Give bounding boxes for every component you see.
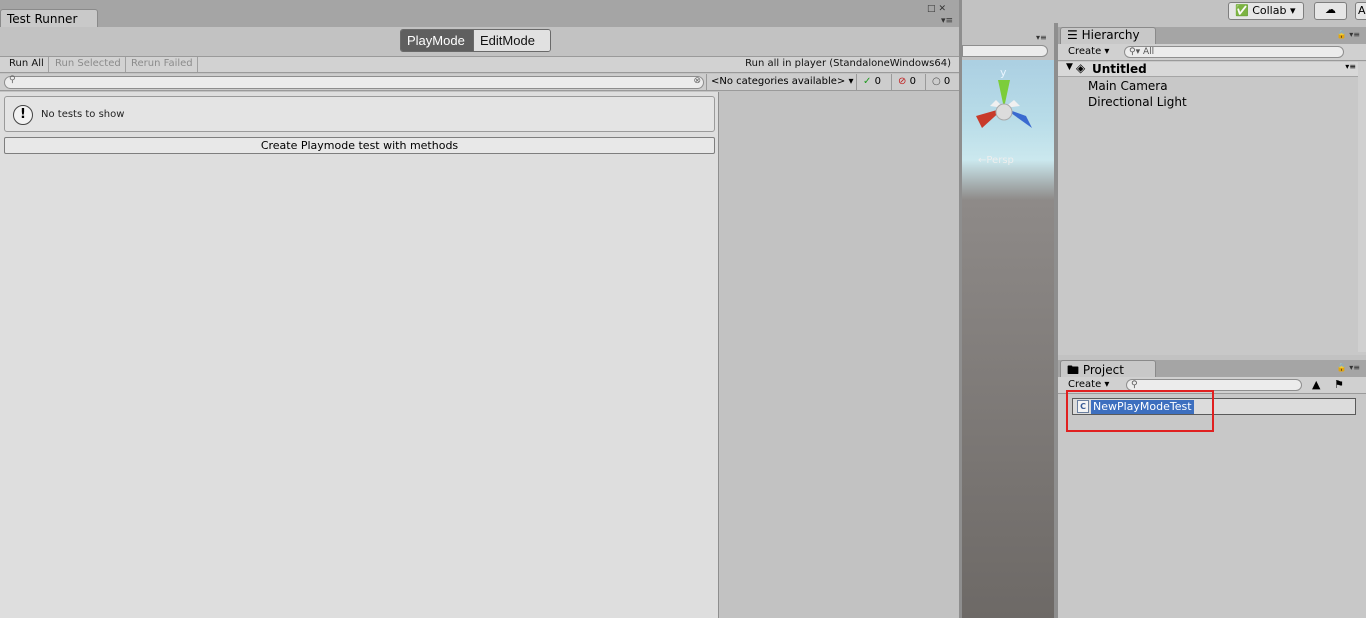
- chevron-down-icon: ▾: [1289, 4, 1296, 17]
- cloud-button[interactable]: ☁: [1314, 2, 1347, 20]
- test-filter-bar: ⚲ ⊗ <No categories available> ▾ ✓ 0 ⊘ 0 …: [0, 74, 959, 91]
- hierarchy-item-directional-light[interactable]: Directional Light: [1088, 95, 1187, 109]
- maximize-icon[interactable]: □: [927, 4, 939, 14]
- chevron-down-icon: ▾: [848, 76, 854, 87]
- test-runner-tabbar: Test Runner □✕ ▾≡: [0, 0, 959, 27]
- test-search-input[interactable]: ⚲ ⊗: [4, 75, 704, 89]
- cloud-icon: ☁: [1325, 3, 1336, 16]
- mode-toggle: PlayMode EditMode: [400, 29, 551, 52]
- hierarchy-scrollbar[interactable]: [1358, 62, 1366, 352]
- search-by-label-icon[interactable]: ⚑: [1334, 378, 1344, 391]
- scene-name: Untitled: [1092, 62, 1147, 76]
- collab-check-icon: ✅: [1235, 4, 1249, 17]
- chevron-down-icon: ▾: [1104, 379, 1110, 390]
- lock-menu-icons: 🔒 ▾≡: [1337, 363, 1360, 372]
- search-icon: ⚲▾: [1129, 47, 1141, 57]
- editmode-button[interactable]: EditMode: [473, 30, 550, 51]
- hierarchy-create-dropdown[interactable]: Create ▾: [1064, 45, 1113, 58]
- not-run-filter-toggle[interactable]: ○ 0: [925, 74, 959, 90]
- no-tests-message-box: ! No tests to show: [4, 96, 715, 132]
- test-details-pane: [720, 92, 959, 618]
- no-tests-message: No tests to show: [41, 109, 125, 120]
- close-icon[interactable]: ✕: [938, 4, 949, 14]
- failed-filter-toggle[interactable]: ⊘ 0: [891, 74, 925, 90]
- create-label: Create: [1068, 46, 1102, 57]
- category-dropdown-label: <No categories available>: [711, 76, 846, 87]
- top-toolbar: [965, 0, 1366, 23]
- not-run-icon: ○: [932, 76, 941, 87]
- panel-menu-icon[interactable]: ▾≡: [941, 16, 953, 26]
- highlight-annotation: [1066, 390, 1214, 432]
- gizmo-center[interactable]: [995, 103, 1013, 121]
- create-playmode-test-button[interactable]: Create Playmode test with methods: [4, 137, 715, 154]
- checkmark-icon: ✓: [863, 76, 872, 87]
- hierarchy-search-placeholder: All: [1142, 47, 1155, 57]
- search-icon: ⚲: [1131, 380, 1138, 390]
- hierarchy-panel: ☰ Hierarchy 🔒 ▾≡ Create ▾ ⚲▾ All ▼ ◈ Unt…: [1058, 27, 1366, 355]
- scene-menu-icon[interactable]: ▾≡: [1036, 33, 1047, 42]
- run-selected-button[interactable]: Run Selected: [51, 57, 126, 72]
- hierarchy-item-main-camera[interactable]: Main Camera: [1088, 79, 1168, 93]
- info-exclamation-icon: !: [13, 105, 33, 125]
- search-by-type-icon[interactable]: ▲: [1312, 378, 1320, 391]
- scene-search-input[interactable]: [962, 45, 1048, 57]
- scene-menu-icon[interactable]: ▾≡: [1345, 62, 1356, 71]
- rerun-failed-button[interactable]: Rerun Failed: [127, 57, 198, 72]
- orientation-gizmo[interactable]: y: [968, 62, 1050, 148]
- test-runner-window: Test Runner □✕ ▾≡ PlayMode EditMode Run …: [0, 0, 962, 618]
- failed-icon: ⊘: [898, 76, 907, 87]
- projection-label[interactable]: ←Persp: [978, 155, 1014, 166]
- failed-count: 0: [909, 76, 916, 87]
- account-button[interactable]: A: [1355, 2, 1366, 20]
- expand-arrow-icon[interactable]: ▼: [1066, 62, 1073, 72]
- test-tree-pane: ! No tests to show Create Playmode test …: [0, 92, 719, 618]
- search-icon: ⚲: [9, 75, 16, 85]
- category-dropdown[interactable]: <No categories available> ▾: [706, 74, 856, 90]
- folder-icon: 🖿: [1067, 363, 1080, 377]
- hierarchy-list-icon: ☰: [1067, 28, 1078, 42]
- project-tab-label: Project: [1082, 363, 1124, 377]
- clear-search-icon[interactable]: ⊗: [693, 76, 701, 86]
- panel-menu-icon[interactable]: ▾≡: [1349, 30, 1360, 39]
- gizmo-y-label: y: [1000, 66, 1007, 79]
- scene-root-row[interactable]: ▼ ◈ Untitled ▾≡: [1058, 61, 1358, 77]
- hierarchy-tabbar: ☰ Hierarchy 🔒 ▾≡: [1058, 27, 1366, 44]
- panel-menu-icon[interactable]: ▾≡: [1349, 363, 1360, 372]
- hierarchy-tab-label: Hierarchy: [1081, 28, 1140, 42]
- hierarchy-search-input[interactable]: ⚲▾ All: [1124, 46, 1344, 58]
- create-label: Create: [1068, 379, 1102, 390]
- test-runner-tab[interactable]: Test Runner: [0, 9, 98, 27]
- chevron-down-icon: ▾: [1104, 46, 1110, 57]
- run-in-player-button[interactable]: Run all in player (StandaloneWindows64): [741, 57, 955, 72]
- hierarchy-tab[interactable]: ☰ Hierarchy: [1060, 27, 1156, 44]
- playmode-button[interactable]: PlayMode: [401, 30, 473, 51]
- lock-menu-icons: 🔒 ▾≡: [1337, 30, 1360, 39]
- passed-filter-toggle[interactable]: ✓ 0: [856, 74, 891, 90]
- lock-icon[interactable]: 🔒: [1337, 363, 1347, 372]
- run-all-button[interactable]: Run All: [5, 57, 49, 72]
- lock-icon[interactable]: 🔒: [1337, 30, 1347, 39]
- window-controls: □✕: [927, 4, 949, 14]
- hierarchy-toolbar: Create ▾ ⚲▾ All: [1058, 44, 1366, 61]
- passed-count: 0: [874, 76, 881, 87]
- project-tabbar: 🖿 Project 🔒 ▾≡: [1058, 360, 1366, 377]
- project-tab[interactable]: 🖿 Project: [1060, 360, 1156, 377]
- test-runner-toolbar: Run All Run Selected Rerun Failed Run al…: [0, 56, 959, 73]
- unity-scene-icon: ◈: [1076, 61, 1086, 75]
- collab-button[interactable]: ✅ Collab ▾: [1228, 2, 1304, 20]
- collab-label: Collab: [1252, 4, 1287, 17]
- not-run-count: 0: [943, 76, 951, 87]
